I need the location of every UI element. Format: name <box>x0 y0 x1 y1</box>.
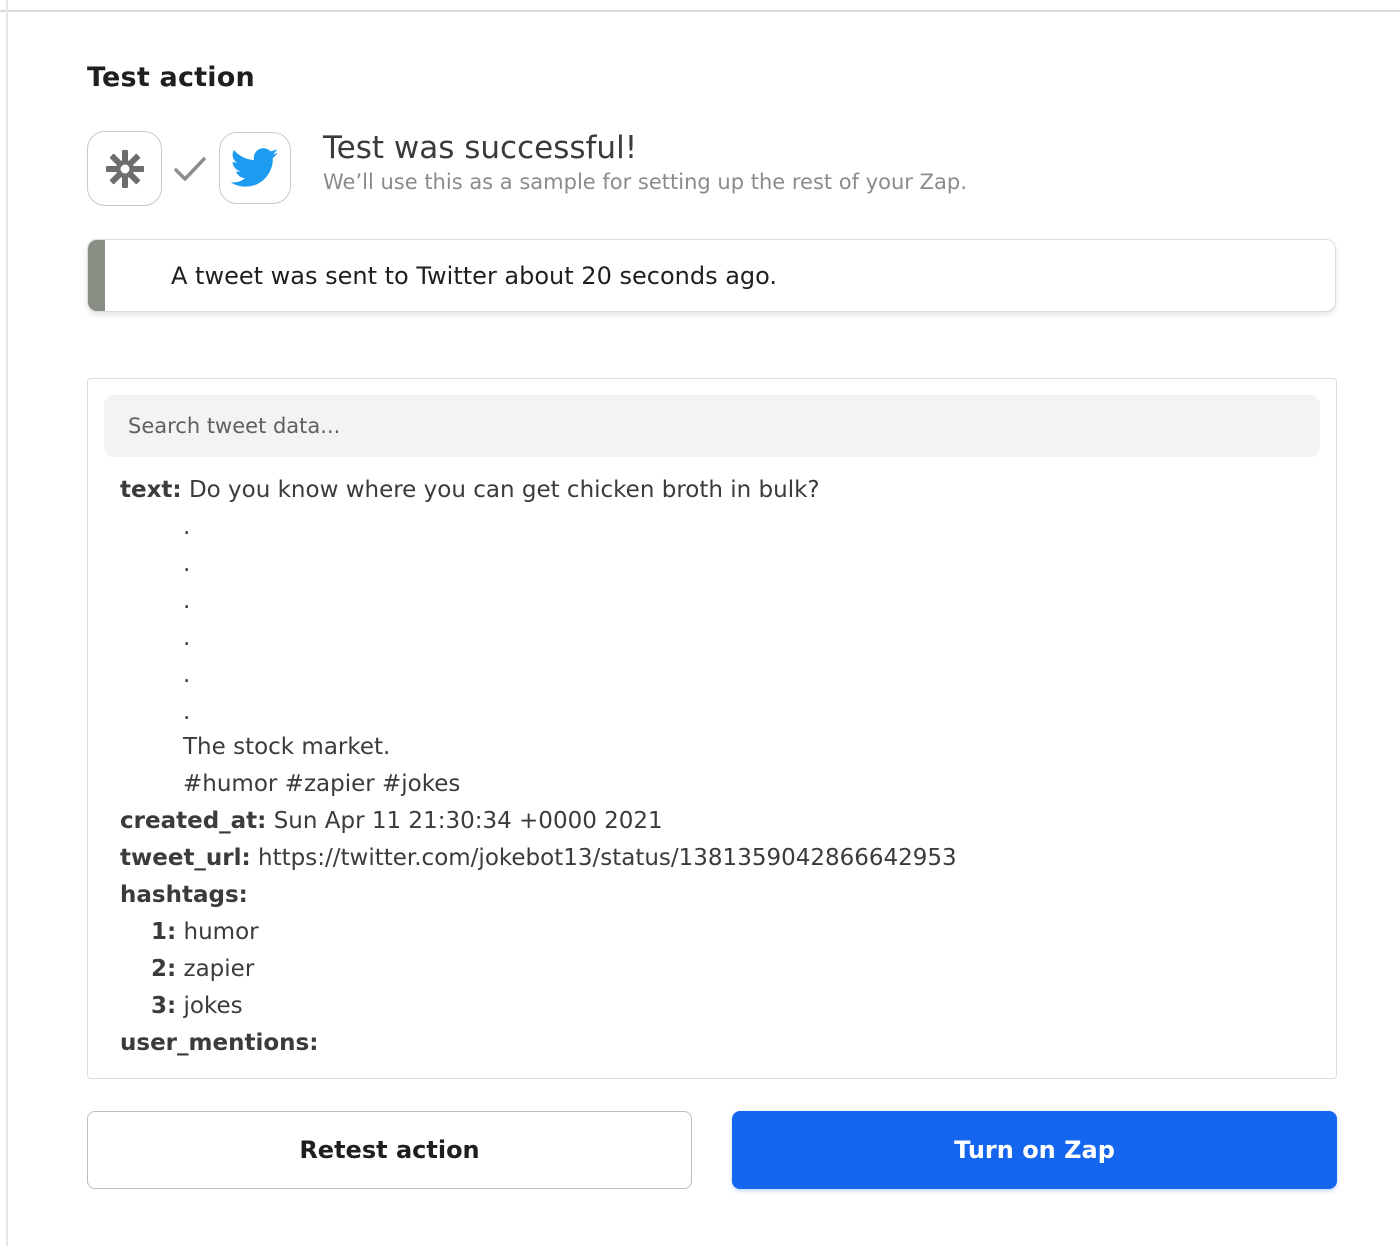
field-tweet-url: tweet_url: https://twitter.com/jokebot13… <box>120 845 957 871</box>
field-created-at-key: created_at: <box>120 808 267 834</box>
hashtag-item: 3: jokes <box>151 993 243 1019</box>
banner-accent-bar <box>88 240 105 311</box>
result-banner: A tweet was sent to Twitter about 20 sec… <box>87 239 1336 312</box>
field-hashtags: hashtags: <box>120 882 248 908</box>
hashtag-index: 2: <box>151 956 177 982</box>
field-text-line: #humor #zapier #jokes <box>183 771 461 797</box>
tweet-data-panel: text: Do you know where you can get chic… <box>87 378 1337 1079</box>
field-tweet-url-key: tweet_url: <box>120 845 251 871</box>
hashtag-index: 1: <box>151 919 177 945</box>
zapier-asterisk-icon <box>105 149 144 188</box>
field-user-mentions-key: user_mentions: <box>120 1030 319 1056</box>
field-text-line: The stock market. <box>183 734 391 760</box>
field-text-key: text: <box>120 477 182 503</box>
status-subtitle: We’ll use this as a sample for setting u… <box>323 170 967 194</box>
left-divider <box>6 0 8 1246</box>
twitter-app-icon <box>219 132 291 204</box>
hashtag-item: 2: zapier <box>151 956 254 982</box>
banner-text: A tweet was sent to Twitter about 20 sec… <box>171 262 778 290</box>
section-title: Test action <box>87 62 255 93</box>
field-text-line: . <box>183 625 191 651</box>
status-title: Test was successful! <box>323 130 638 166</box>
field-text-line: . <box>183 699 191 725</box>
zapier-app-icon <box>87 131 162 206</box>
field-created-at: created_at: Sun Apr 11 21:30:34 +0000 20… <box>120 808 663 834</box>
field-text-line: . <box>183 588 191 614</box>
hashtag-value: jokes <box>183 993 243 1019</box>
field-hashtags-key: hashtags: <box>120 882 248 908</box>
field-text-line: . <box>183 551 191 577</box>
page: Test action Test was successful! We’ll u… <box>0 0 1400 1246</box>
field-user-mentions: user_mentions: <box>120 1030 318 1056</box>
retest-action-button[interactable]: Retest action <box>87 1111 692 1189</box>
hashtag-value: humor <box>183 919 259 945</box>
top-divider <box>0 10 1400 12</box>
field-text: text: Do you know where you can get chic… <box>120 477 820 503</box>
hashtag-value: zapier <box>183 956 255 982</box>
field-created-at-value: Sun Apr 11 21:30:34 +0000 2021 <box>273 808 663 834</box>
hashtag-item: 1: humor <box>151 919 259 945</box>
field-text-line: . <box>183 662 191 688</box>
hashtag-index: 3: <box>151 993 177 1019</box>
field-text-line: . <box>183 514 191 540</box>
twitter-bird-icon <box>231 148 279 187</box>
search-tweet-data-input[interactable] <box>104 395 1320 457</box>
field-text-line: Do you know where you can get chicken br… <box>188 477 820 503</box>
turn-on-zap-button[interactable]: Turn on Zap <box>732 1111 1337 1189</box>
check-icon <box>174 157 206 181</box>
field-tweet-url-value: https://twitter.com/jokebot13/status/138… <box>258 845 957 871</box>
